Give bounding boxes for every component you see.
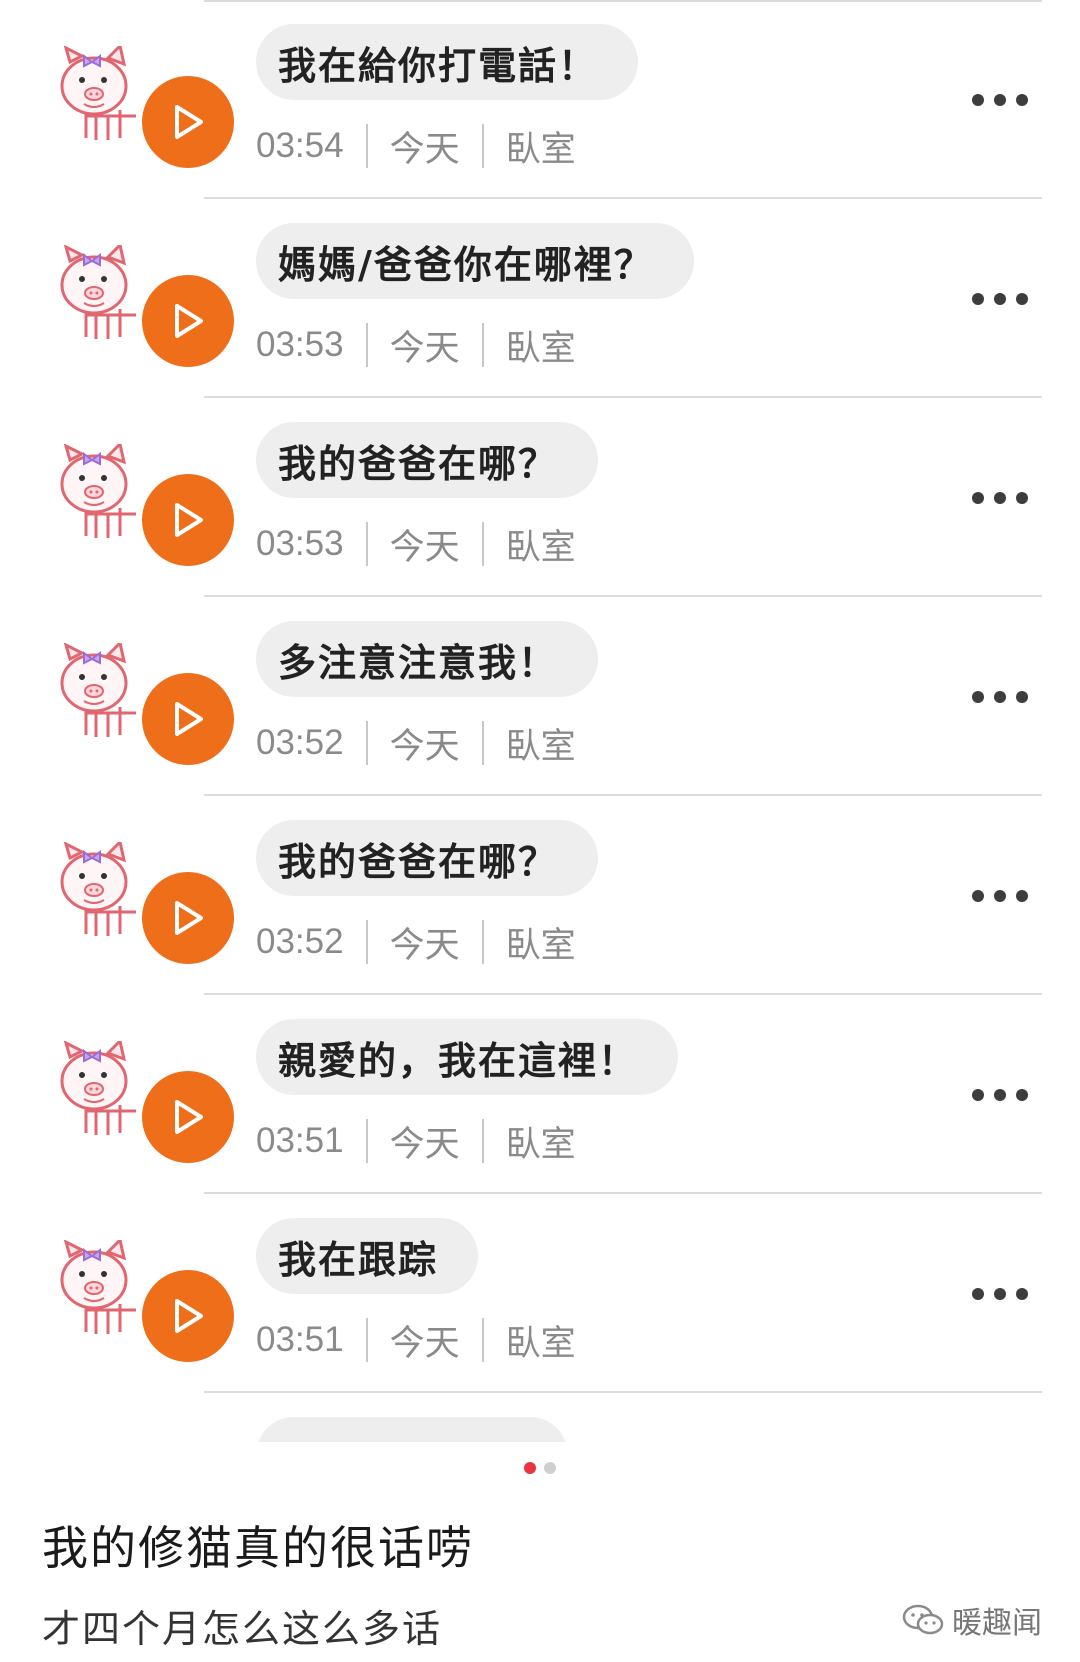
more-options-icon[interactable] [972, 1282, 1028, 1306]
message-row: 媽媽/爸爸你在哪裡？ 03:53 今天 臥室 [0, 199, 1080, 398]
pig-avatar-icon [60, 842, 136, 936]
page-dot-active[interactable] [524, 1462, 536, 1474]
pig-avatar-icon [60, 245, 136, 339]
message-time: 03:51 [256, 1320, 344, 1359]
message-meta: 03:51 今天 臥室 [256, 1314, 576, 1366]
meta-separator [365, 323, 368, 367]
message-time: 03:51 [256, 1121, 344, 1160]
message-meta: 03:54 今天 臥室 [256, 120, 576, 172]
meta-separator [481, 124, 484, 168]
message-meta: 03:52 今天 臥室 [256, 916, 576, 968]
message-meta: 03:52 今天 臥室 [256, 717, 576, 769]
message-time: 03:52 [256, 922, 344, 961]
watermark: 暖趣闻 [902, 1598, 1042, 1642]
meta-separator [365, 124, 368, 168]
message-row: 我的爸爸在哪？ 03:52 今天 臥室 [0, 796, 1080, 995]
message-row-partial [0, 1393, 1080, 1442]
message-bubble: 我的爸爸在哪？ [256, 820, 599, 896]
meta-separator [365, 920, 368, 964]
play-icon [175, 503, 203, 537]
wechat-icon [902, 1604, 944, 1635]
message-row: 我在給你打電話！ 03:54 今天 臥室 [0, 0, 1080, 199]
message-row: 我在跟踪 03:51 今天 臥室 [0, 1194, 1080, 1393]
message-meta: 03:53 今天 臥室 [256, 319, 576, 371]
meta-separator [481, 1119, 484, 1163]
play-icon [175, 1100, 203, 1134]
post-caption: 我的修猫真的很话唠 [42, 1521, 474, 1575]
page-indicator [0, 1462, 1080, 1474]
message-meta: 03:53 今天 臥室 [256, 518, 576, 570]
play-button[interactable] [142, 1270, 234, 1362]
meta-separator [481, 323, 484, 367]
more-options-icon[interactable] [972, 287, 1028, 311]
message-day: 今天 [389, 129, 460, 169]
more-options-icon[interactable] [972, 685, 1028, 709]
play-icon [175, 105, 203, 139]
message-room: 臥室 [505, 1124, 576, 1164]
message-bubble-partial [256, 1417, 568, 1442]
play-button[interactable] [142, 474, 234, 566]
watermark-text: 暖趣闻 [952, 1606, 1042, 1641]
play-button[interactable] [142, 872, 234, 964]
more-options-icon[interactable] [972, 486, 1028, 510]
message-bubble: 親愛的，我在這裡！ [256, 1019, 679, 1095]
play-icon [175, 702, 203, 736]
message-row: 多注意注意我！ 03:52 今天 臥室 [0, 597, 1080, 796]
message-row: 親愛的，我在這裡！ 03:51 今天 臥室 [0, 995, 1080, 1194]
play-button[interactable] [142, 76, 234, 168]
pig-avatar-icon [60, 1240, 136, 1334]
message-room: 臥室 [505, 726, 576, 766]
play-button[interactable] [142, 1071, 234, 1163]
message-bubble: 我在給你打電話！ [256, 24, 639, 100]
message-time: 03:53 [256, 524, 344, 563]
meta-separator [481, 920, 484, 964]
play-icon [175, 901, 203, 935]
post-subcaption: 才四个月怎么这么多话 [42, 1607, 443, 1651]
message-day: 今天 [389, 527, 460, 567]
message-bubble: 媽媽/爸爸你在哪裡？ [256, 223, 694, 299]
message-bubble: 我在跟踪 [256, 1218, 479, 1294]
message-time: 03:53 [256, 325, 344, 364]
message-day: 今天 [389, 328, 460, 368]
play-button[interactable] [142, 275, 234, 367]
message-room: 臥室 [505, 925, 576, 965]
more-options-icon[interactable] [972, 1083, 1028, 1107]
message-list: 我在給你打電話！ 03:54 今天 臥室 媽媽/爸爸你在哪裡？ 03:53 今天… [0, 0, 1080, 1442]
pig-avatar-icon [60, 444, 136, 538]
message-day: 今天 [389, 1124, 460, 1164]
meta-separator [481, 522, 484, 566]
meta-separator [365, 522, 368, 566]
meta-separator [365, 1318, 368, 1362]
meta-separator [481, 1318, 484, 1362]
message-time: 03:52 [256, 723, 344, 762]
message-room: 臥室 [505, 129, 576, 169]
more-options-icon[interactable] [972, 884, 1028, 908]
message-room: 臥室 [505, 527, 576, 567]
message-day: 今天 [389, 1323, 460, 1363]
page-dot[interactable] [544, 1462, 556, 1474]
play-icon [175, 1299, 203, 1333]
pig-avatar-icon [60, 46, 136, 140]
pig-avatar-icon [60, 1041, 136, 1135]
meta-separator [481, 721, 484, 765]
message-time: 03:54 [256, 126, 344, 165]
play-button[interactable] [142, 673, 234, 765]
message-row: 我的爸爸在哪？ 03:53 今天 臥室 [0, 398, 1080, 597]
message-room: 臥室 [505, 328, 576, 368]
message-day: 今天 [389, 726, 460, 766]
meta-separator [365, 1119, 368, 1163]
message-bubble: 我的爸爸在哪？ [256, 422, 599, 498]
more-options-icon[interactable] [972, 88, 1028, 112]
message-bubble: 多注意注意我！ [256, 621, 599, 697]
meta-separator [365, 721, 368, 765]
play-icon [175, 304, 203, 338]
message-meta: 03:51 今天 臥室 [256, 1115, 576, 1167]
message-room: 臥室 [505, 1323, 576, 1363]
message-day: 今天 [389, 925, 460, 965]
pig-avatar-icon [60, 643, 136, 737]
